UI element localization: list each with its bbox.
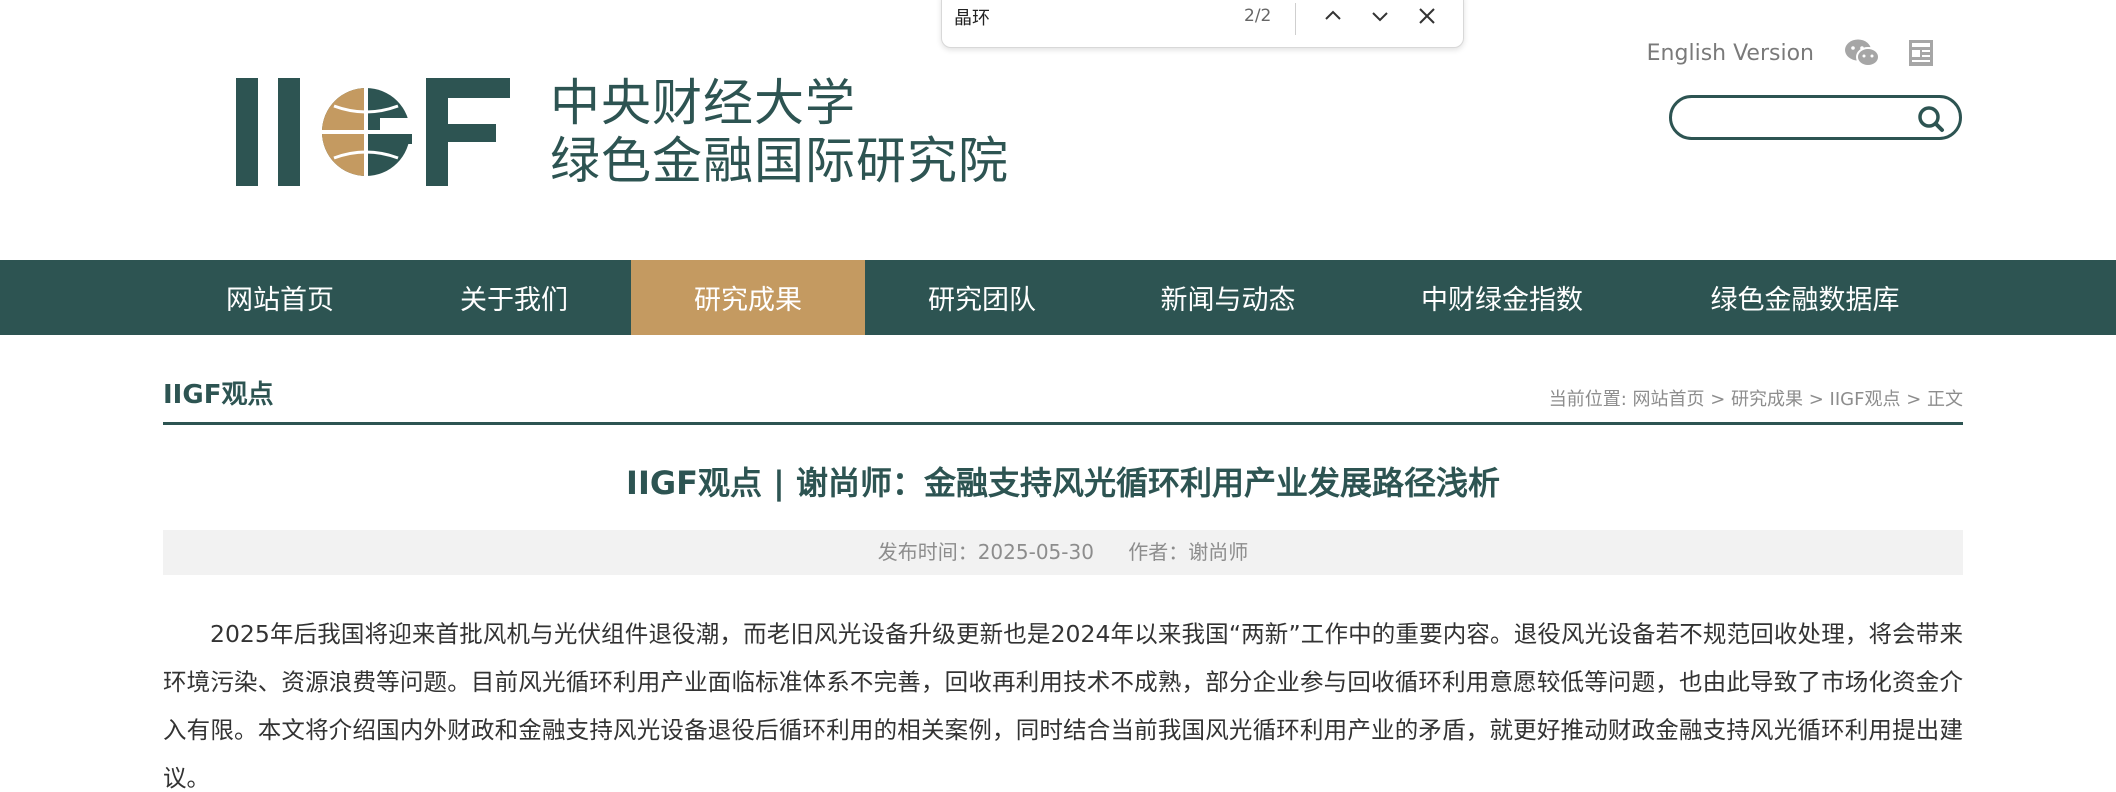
nav-item-about[interactable]: 关于我们 (397, 260, 631, 335)
nav-item-database[interactable]: 绿色金融数据库 (1647, 260, 1963, 335)
article-title: IIGF观点 | 谢尚师：金融支持风光循环利用产业发展路径浅析 (626, 464, 1500, 502)
nav-item-home[interactable]: 网站首页 (163, 260, 397, 335)
section-divider (163, 422, 1963, 425)
top-links: English Version (1647, 38, 1934, 68)
site-search-input[interactable] (1690, 104, 1910, 132)
logo-text-line2: 绿色金融国际研究院 (550, 132, 1009, 190)
article-meta: 发布时间：2025-05-30 作者：谢尚师 (163, 530, 1963, 575)
chevron-down-icon[interactable] (1365, 1, 1395, 31)
wechat-icon[interactable] (1844, 38, 1880, 68)
site-logo[interactable]: 中央财经大学 绿色金融国际研究院 (236, 74, 1009, 190)
find-input[interactable] (954, 3, 1204, 31)
find-in-page-bar: 2/2 (941, 0, 1464, 48)
main-nav: 网站首页 关于我们 研究成果 研究团队 新闻与动态 中财绿金指数 绿色金融数据库 (0, 260, 2116, 335)
english-version-link[interactable]: English Version (1647, 41, 1814, 66)
article-author: 作者：谢尚师 (1128, 540, 1249, 564)
logo-letter-f (426, 78, 510, 186)
globe-icon (322, 88, 412, 176)
iigf-logo-mark (236, 78, 510, 186)
nav-item-research[interactable]: 研究成果 (631, 260, 865, 335)
nav-item-index[interactable]: 中财绿金指数 (1357, 260, 1647, 335)
logo-text-line1: 中央财经大学 (550, 74, 856, 132)
find-match-count: 2/2 (1244, 6, 1272, 26)
search-icon[interactable] (1917, 105, 1945, 133)
publish-time: 发布时间：2025-05-30 (877, 540, 1094, 564)
chevron-up-icon[interactable] (1318, 1, 1348, 31)
close-icon[interactable] (1412, 1, 1442, 31)
logo-text: 中央财经大学 绿色金融国际研究院 (550, 74, 1009, 190)
logo-bar-2 (278, 78, 300, 186)
newspaper-icon[interactable] (1908, 39, 1934, 67)
breadcrumb[interactable]: 当前位置: 网站首页 > 研究成果 > IIGF观点 > 正文 (1549, 385, 1963, 411)
article-paragraph: 2025年后我国将迎来首批风机与光伏组件退役潮，而老旧风光设备升级更新也是202… (163, 620, 1963, 792)
nav-item-team[interactable]: 研究团队 (865, 260, 1099, 335)
find-divider (1295, 3, 1296, 35)
site-search-box (1669, 95, 1962, 140)
section-title: IIGF观点 (163, 380, 274, 410)
nav-item-news[interactable]: 新闻与动态 (1099, 260, 1357, 335)
logo-bar-1 (236, 78, 258, 186)
